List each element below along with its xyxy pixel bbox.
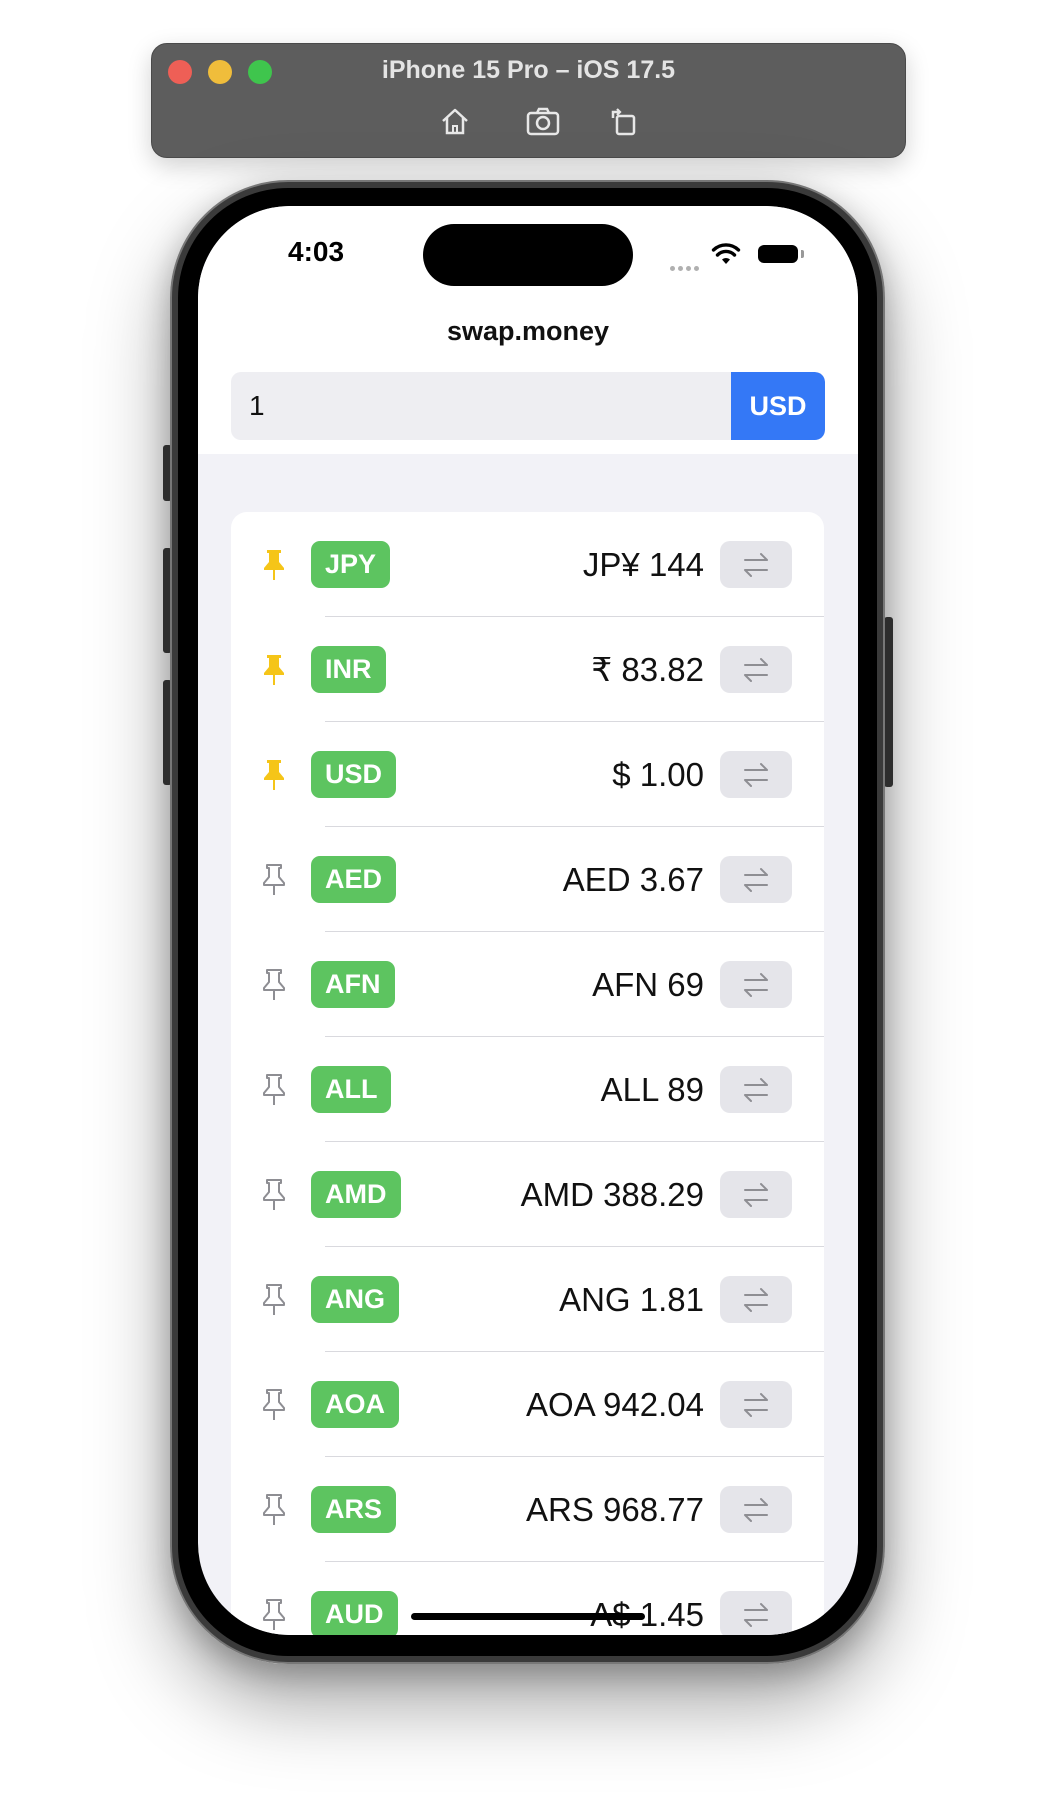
converted-amount: ANG 1.81 xyxy=(559,1280,704,1318)
swap-arrows-icon xyxy=(744,1287,768,1312)
converted-amount: ALL 89 xyxy=(600,1070,704,1108)
currency-code-badge[interactable]: AED xyxy=(311,856,397,903)
pinned-icon[interactable] xyxy=(261,758,287,792)
rotate-icon[interactable] xyxy=(607,104,641,138)
swap-arrows-icon xyxy=(744,1602,768,1627)
swap-button[interactable] xyxy=(720,1066,792,1113)
pin-icon[interactable] xyxy=(261,968,287,1002)
swap-arrows-icon xyxy=(744,1182,768,1207)
status-time: 4:03 xyxy=(288,236,345,267)
converted-amount: ARS 968.77 xyxy=(526,1490,704,1528)
currency-row[interactable]: USD $ 1.00 xyxy=(231,722,824,827)
currency-row[interactable]: AED AED 3.67 xyxy=(231,827,824,932)
wifi-icon xyxy=(711,242,741,266)
power-button xyxy=(884,617,893,787)
converted-amount: AOA 942.04 xyxy=(526,1385,704,1423)
pin-icon[interactable] xyxy=(261,1598,287,1632)
app-title: swap.money xyxy=(446,316,610,346)
swap-button[interactable] xyxy=(720,1381,792,1428)
swap-button[interactable] xyxy=(720,961,792,1008)
pin-icon[interactable] xyxy=(261,1283,287,1317)
swap-arrows-icon xyxy=(744,657,768,682)
swap-button[interactable] xyxy=(720,856,792,903)
battery-tip xyxy=(801,250,804,258)
currency-row[interactable]: JPY JP¥ 144 xyxy=(231,512,824,617)
currency-row[interactable]: AOA AOA 942.04 xyxy=(231,1352,824,1457)
pinned-icon[interactable] xyxy=(261,653,287,687)
currency-code-badge[interactable]: AUD xyxy=(311,1591,398,1635)
currency-code-badge[interactable]: ALL xyxy=(311,1066,392,1113)
pin-icon[interactable] xyxy=(261,863,287,897)
converted-amount: AFN 69 xyxy=(592,965,704,1003)
base-currency-button[interactable]: USD xyxy=(731,372,825,440)
converted-amount: AMD 388.29 xyxy=(520,1175,704,1213)
swap-arrows-icon xyxy=(744,867,768,892)
amount-input[interactable] xyxy=(231,372,731,440)
swap-button[interactable] xyxy=(720,1591,792,1635)
swap-button[interactable] xyxy=(720,1276,792,1323)
currency-row[interactable]: INR ₹ 83.82 xyxy=(231,617,824,722)
swap-arrows-icon xyxy=(744,1077,768,1102)
swap-arrows-icon xyxy=(744,552,768,577)
converted-amount: $ 1.00 xyxy=(612,755,704,793)
currency-code-badge[interactable]: AMD xyxy=(311,1171,401,1218)
swap-button[interactable] xyxy=(720,1171,792,1218)
phone-screen: 4:03 swap.money USD JPY JP¥ 144 INR ₹ 83.82… xyxy=(198,206,858,1635)
simulator-toolbar: iPhone 15 Pro – iOS 17.5 xyxy=(151,43,906,158)
dynamic-island xyxy=(423,224,633,286)
currency-row[interactable]: ALL ALL 89 xyxy=(231,1037,824,1142)
swap-arrows-icon xyxy=(744,1392,768,1417)
swap-button[interactable] xyxy=(720,751,792,798)
currency-row[interactable]: AMD AMD 388.29 xyxy=(231,1142,824,1247)
home-indicator[interactable] xyxy=(411,1613,645,1620)
cellular-signal-icon xyxy=(670,258,702,276)
pin-icon[interactable] xyxy=(261,1178,287,1212)
app-header: 4:03 swap.money USD xyxy=(198,206,858,454)
currency-row[interactable]: AFN AFN 69 xyxy=(231,932,824,1037)
simulator-title: iPhone 15 Pro – iOS 17.5 xyxy=(381,56,676,84)
swap-arrows-icon xyxy=(744,972,768,997)
currency-code-badge[interactable]: ANG xyxy=(311,1276,399,1323)
home-icon[interactable] xyxy=(438,104,472,138)
battery-icon xyxy=(758,245,798,263)
currency-row[interactable]: ARS ARS 968.77 xyxy=(231,1457,824,1562)
currency-code-badge[interactable]: JPY xyxy=(311,541,391,588)
converted-amount: JP¥ 144 xyxy=(582,545,704,583)
amount-entry: USD xyxy=(231,372,825,440)
swap-arrows-icon xyxy=(744,1497,768,1522)
currency-list: JPY JP¥ 144 INR ₹ 83.82 USD $ 1.00 AED AED 3.67… xyxy=(231,512,824,1635)
pin-icon[interactable] xyxy=(261,1493,287,1527)
currency-code-badge[interactable]: AOA xyxy=(311,1381,399,1428)
pin-icon[interactable] xyxy=(261,1388,287,1422)
screenshot-icon[interactable] xyxy=(525,104,560,138)
swap-button[interactable] xyxy=(720,646,792,693)
pinned-icon[interactable] xyxy=(261,548,287,582)
swap-button[interactable] xyxy=(720,1486,792,1533)
pin-icon[interactable] xyxy=(261,1073,287,1107)
swap-button[interactable] xyxy=(720,541,792,588)
swap-arrows-icon xyxy=(744,762,768,787)
converted-amount: AED 3.67 xyxy=(562,860,704,898)
currency-code-badge[interactable]: ARS xyxy=(311,1486,397,1533)
currency-row[interactable]: AUD A$ 1.45 xyxy=(231,1562,824,1635)
currency-code-badge[interactable]: AFN xyxy=(311,961,395,1008)
currency-row[interactable]: ANG ANG 1.81 xyxy=(231,1247,824,1352)
converted-amount: ₹ 83.82 xyxy=(591,651,704,688)
currency-code-badge[interactable]: USD xyxy=(311,751,397,798)
currency-code-badge[interactable]: INR xyxy=(311,646,386,693)
